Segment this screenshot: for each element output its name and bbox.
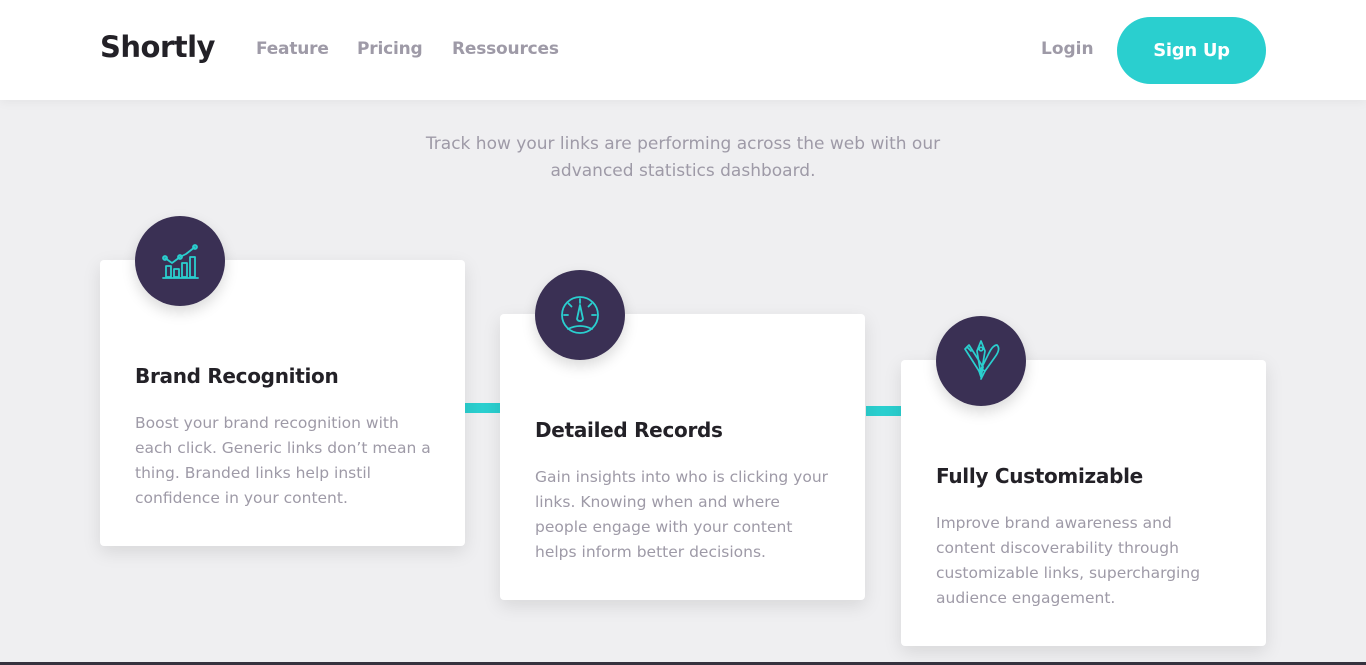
login-link[interactable]: Login: [1041, 39, 1094, 59]
nav-resources-link[interactable]: Ressources: [452, 39, 559, 59]
pens-icon: [964, 340, 1000, 380]
card-connector: [866, 406, 901, 416]
card-title: Brand Recognition: [135, 364, 339, 388]
feature-card-fully-customizable: Fully Customizable Improve brand awarene…: [901, 360, 1266, 646]
chart-icon-badge: [135, 216, 225, 306]
gauge-icon-badge: [535, 270, 625, 360]
nav-feature-link[interactable]: Feature: [256, 39, 329, 59]
site-header: Shortly Feature Pricing Ressources Login…: [0, 0, 1366, 100]
gauge-icon: [561, 296, 599, 334]
nav-pricing-link[interactable]: Pricing: [357, 39, 423, 59]
card-text: Boost your brand recognition with each c…: [135, 414, 431, 507]
card-title: Fully Customizable: [936, 464, 1143, 488]
stats-subtitle: Track how your links are performing acro…: [425, 134, 941, 181]
card-text: Improve brand awareness and content disc…: [936, 514, 1201, 607]
card-connector: [465, 403, 500, 413]
feature-card-brand-recognition: Brand Recognition Boost your brand recog…: [100, 260, 465, 546]
pens-icon-badge: [936, 316, 1026, 406]
signup-button[interactable]: Sign Up: [1117, 17, 1266, 84]
chart-icon: [162, 244, 199, 279]
feature-card-detailed-records: Detailed Records Gain insights into who …: [500, 314, 865, 600]
card-title: Detailed Records: [535, 418, 723, 442]
card-text: Gain insights into who is clicking your …: [535, 468, 829, 561]
logo[interactable]: Shortly: [100, 30, 215, 64]
